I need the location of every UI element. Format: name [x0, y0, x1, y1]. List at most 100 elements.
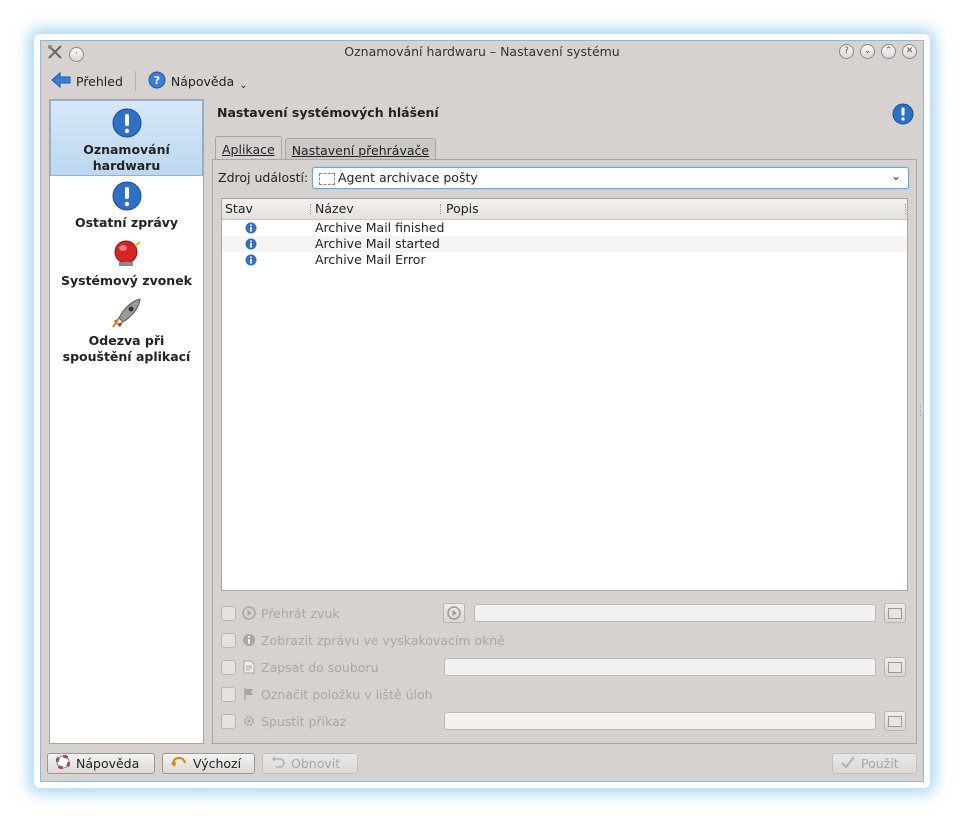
info-icon [245, 238, 257, 253]
column-separator [905, 204, 907, 214]
show-popup-checkbox[interactable] [221, 632, 236, 648]
row-name: Archive Mail started [315, 236, 440, 251]
maximize-button[interactable]: ⌃ [881, 44, 896, 59]
folder-icon [888, 715, 902, 727]
folder-icon [888, 661, 902, 673]
lifebuoy-icon [55, 754, 71, 772]
help-button-label: Nápověda [76, 756, 140, 771]
defaults-button[interactable]: Výchozí [162, 753, 255, 774]
show-popup-label: Zobrazit zprávu ve vyskakovacím okně [261, 632, 505, 648]
sidebar-item-label: Oznamování [83, 142, 170, 157]
table-header: Stav Název Popis [222, 199, 907, 220]
help-button[interactable]: Nápověda [47, 753, 155, 774]
minimize-button[interactable]: ⌄ [860, 44, 875, 59]
chevron-down-icon: ⌄ [239, 79, 248, 91]
sidebar-item-label-2: hardwaru [92, 158, 161, 173]
column-separator [440, 204, 442, 214]
log-to-file-option: Zapsat do souboru [221, 656, 379, 678]
event-source-label: Zdroj událostí: [218, 170, 309, 185]
sidebar-item-label: Odezva při [88, 333, 165, 348]
mark-taskbar-label: Označit položku v liště úloh [261, 686, 433, 702]
help-window-button[interactable]: ? [839, 44, 854, 59]
info-icon [245, 222, 257, 237]
info-exclamation-icon [892, 103, 914, 129]
tab-player-settings[interactable]: Nastavení přehrávače [284, 138, 437, 160]
events-table: Stav Název Popis Archive Mail finished A… [221, 198, 908, 591]
applications-panel: Zdroj událostí: Agent archivace pošty ⌄ … [212, 159, 917, 744]
main-content: Nastavení systémových hlášení Aplikace N… [212, 99, 918, 747]
toolbar-separator [134, 71, 136, 91]
reset-button-label: Obnovit [291, 756, 341, 771]
sound-file-field[interactable] [474, 604, 876, 622]
table-row[interactable]: Archive Mail Error [222, 252, 907, 268]
back-arrow-icon [51, 71, 71, 91]
reset-button[interactable]: Obnovit [262, 753, 358, 774]
sidebar-item-label: Systémový zvonek [60, 273, 192, 288]
row-name: Archive Mail finished [315, 220, 445, 235]
apply-button-label: Použít [861, 756, 899, 771]
info-icon [245, 254, 257, 269]
tab-applications-label: Aplikace [222, 142, 275, 157]
tab-bar: Aplikace Nastavení přehrávače [215, 136, 439, 160]
overview-button[interactable]: Přehled [47, 71, 127, 91]
log-to-file-checkbox[interactable] [221, 659, 236, 675]
play-sound-option: Přehrát zvuk [221, 602, 340, 624]
restore-defaults-icon [171, 755, 187, 772]
dialog-button-bar: Nápověda Výchozí Obnovit Použít [47, 753, 917, 775]
page-title: Nastavení systémových hlášení [217, 105, 439, 120]
close-button[interactable]: ✕ [902, 44, 917, 59]
sidebar-item-system-bell[interactable]: Systémový zvonek [50, 238, 203, 290]
window-controls: ? ⌄ ⌃ ✕ [839, 44, 917, 59]
run-command-checkbox[interactable] [221, 713, 236, 729]
svg-text:?: ? [154, 74, 160, 87]
archive-agent-icon [319, 173, 335, 185]
info-icon [242, 633, 256, 647]
play-icon [242, 606, 256, 620]
sidebar-item-launch-feedback[interactable]: Odezva při spouštění aplikací [50, 296, 203, 366]
command-field[interactable] [444, 712, 876, 730]
tab-applications[interactable]: Aplikace [215, 136, 282, 160]
run-command-label: Spustit příkaz [261, 713, 347, 729]
browse-command-button[interactable] [884, 711, 906, 731]
row-name: Archive Mail Error [315, 252, 426, 267]
info-exclamation-icon [111, 108, 143, 142]
folder-icon [888, 607, 902, 619]
toolbar: Přehled ? Nápověda ⌄ [47, 69, 252, 93]
log-file-field[interactable] [444, 658, 876, 676]
play-sound-label: Přehrát zvuk [261, 605, 340, 621]
log-to-file-label: Zapsat do souboru [261, 659, 379, 675]
title-bar[interactable]: · Oznamování hardwaru – Nastavení systém… [41, 41, 923, 63]
rocket-icon [110, 298, 144, 333]
window-title: Oznamování hardwaru – Nastavení systému [344, 44, 620, 59]
toolbar-help-button[interactable]: ? Nápověda ⌄ [144, 71, 252, 92]
column-header-description[interactable]: Popis [446, 201, 479, 216]
gear-icon [242, 714, 256, 728]
defaults-button-label: Výchozí [193, 756, 242, 771]
bell-icon [111, 240, 143, 273]
run-command-option: Spustit příkaz [221, 710, 346, 732]
column-separator [310, 204, 312, 214]
event-source-select[interactable]: Agent archivace pošty ⌄ [312, 167, 909, 189]
settings-window: · Oznamování hardwaru – Nastavení systém… [40, 40, 924, 782]
document-icon [242, 660, 256, 674]
sidebar-item-other-messages[interactable]: Ostatní zprávy [50, 180, 203, 234]
sidebar: Oznamování hardwaru Ostatní zprávy Systé… [49, 99, 204, 744]
browse-sound-button[interactable] [884, 603, 906, 623]
column-header-name[interactable]: Název [315, 201, 354, 216]
browse-log-button[interactable] [884, 657, 906, 677]
event-source-value: Agent archivace pošty [338, 170, 478, 185]
table-row[interactable]: Archive Mail started [222, 236, 907, 252]
splitter-handle[interactable]: · · · [919, 404, 922, 421]
sidebar-item-label: Ostatní zprávy [74, 215, 179, 230]
apply-button[interactable]: Použít [832, 753, 917, 774]
info-exclamation-icon [111, 181, 143, 215]
column-header-status[interactable]: Stav [225, 201, 253, 216]
table-row[interactable]: Archive Mail finished [222, 220, 907, 236]
sidebar-item-hardware-notifications[interactable]: Oznamování hardwaru [50, 100, 203, 176]
play-sound-checkbox[interactable] [221, 605, 236, 621]
undo-icon [271, 755, 285, 772]
mark-taskbar-checkbox[interactable] [221, 686, 236, 702]
play-sound-button[interactable] [443, 603, 465, 623]
toolbar-help-label: Nápověda [170, 73, 235, 89]
checkmark-icon [841, 755, 855, 772]
